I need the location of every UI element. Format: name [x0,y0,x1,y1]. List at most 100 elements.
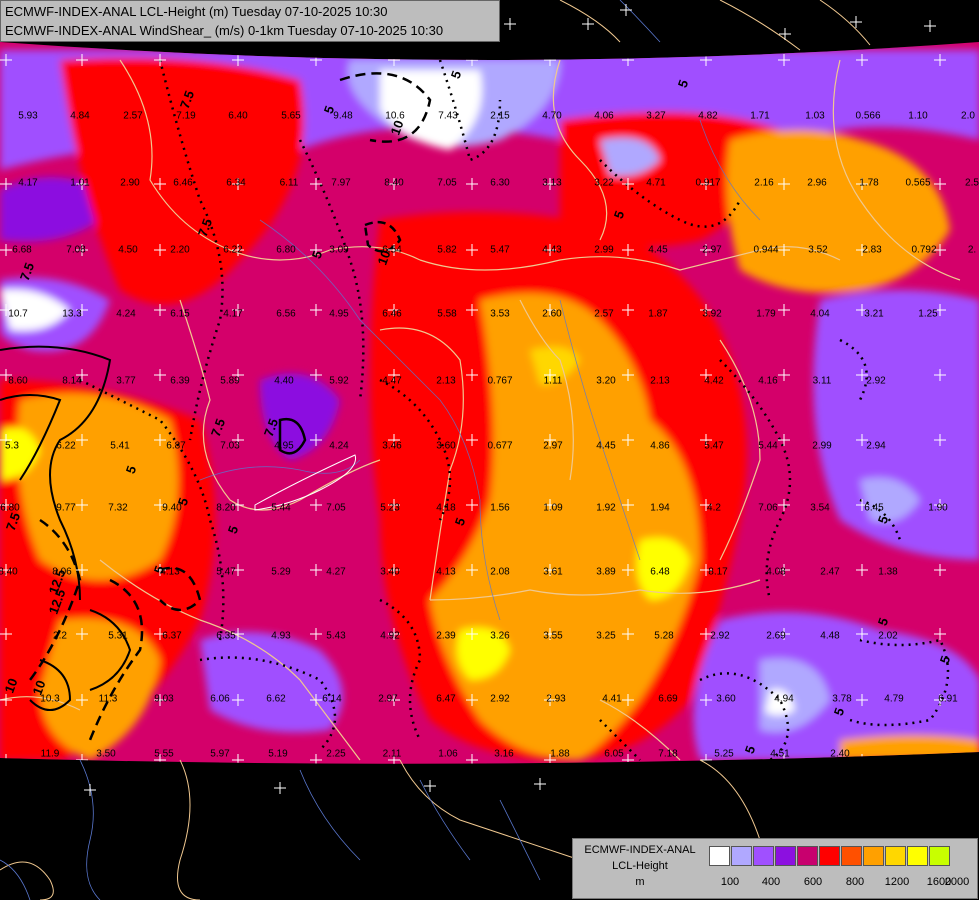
point-value-label: 3.40 [380,567,400,578]
legend-source: ECMWF-INDEX-ANAL [584,844,696,856]
point-value-label: 4.86 [650,441,670,452]
point-value-label: 2.11 [383,749,402,760]
point-value-label: 8.40 [0,567,18,578]
legend-tick-label: 2000 [944,876,970,888]
point-value-label: 1.79 [756,309,776,320]
point-value-label: 2.15 [490,111,510,122]
point-value-label: 2.97 [378,694,398,705]
point-value-label: 6.69 [658,694,678,705]
point-value-label: 4.45 [648,245,668,256]
point-value-label: 2.92 [710,631,730,642]
point-value-label: 2.90 [120,178,140,189]
point-value-label: 1.38 [878,567,898,578]
point-value-label: 9.48 [333,111,353,122]
point-value-label: 5.58 [437,309,457,320]
map-title-box: ECMWF-INDEX-ANAL LCL-Height (m) Tuesday … [0,0,500,42]
point-value-label: 5.44 [758,441,778,452]
legend-swatches [709,846,951,866]
point-value-label: 5.29 [271,567,291,578]
legend-variable: LCL-Height [612,860,668,872]
point-value-label: 3.20 [596,376,616,387]
color-legend: ECMWF-INDEX-ANAL LCL-Height m 100 400 600 8… [572,838,978,899]
point-value-label: 4.06 [594,111,614,122]
point-value-label: 6.48 [650,567,670,578]
point-value-label: 5.3 [5,441,19,452]
point-value-label: 2.02 [878,631,898,642]
point-value-label: 8.20 [216,503,236,514]
point-value-label: 4.42 [704,376,724,387]
point-value-label: 4.92 [380,631,400,642]
point-value-label: 6.14 [322,694,342,705]
point-value-label: 2.93 [546,694,566,705]
point-value-label: 1.71 [750,111,770,122]
point-value-label: 6.46 [173,178,193,189]
legend-swatch [731,846,752,866]
point-value-label: 5.43 [326,631,346,642]
legend-swatch [841,846,862,866]
point-value-label: 4.70 [542,111,562,122]
point-value-label: 7.08 [66,245,86,256]
legend-swatch [819,846,840,866]
point-value-label: 3.50 [96,749,116,760]
point-value-label: 5.19 [268,749,288,760]
point-value-label: 4.71 [646,178,666,189]
point-value-label: 0.677 [487,441,512,452]
point-value-label: 3.92 [702,309,722,320]
point-value-label: 13.3 [62,309,82,320]
point-value-label: 3.27 [646,111,666,122]
point-value-label: 3.25 [596,631,616,642]
legend-tick-label: 1200 [884,876,910,888]
point-value-label: 2.83 [862,245,882,256]
point-value-label: 4.17 [223,309,243,320]
point-value-label: 5.23 [380,503,400,514]
point-value-label: 1.90 [928,503,948,514]
point-value-label: 5.82 [437,245,457,256]
point-value-label: 1.25 [918,309,938,320]
point-value-label: 2.99 [812,441,832,452]
point-value-label: 6.91 [938,694,958,705]
point-value-label: 3.60 [436,441,456,452]
point-value-label: 1.87 [648,309,668,320]
point-value-label: 6.45 [864,503,884,514]
point-value-label: 2.57 [594,309,614,320]
point-value-label: 6.40 [228,111,248,122]
point-value-label: 6.39 [170,376,190,387]
point-value-label: 4.93 [271,631,291,642]
point-value-label: 2.94 [866,441,886,452]
point-value-label: 4.47 [382,376,402,387]
point-value-label: 2.39 [436,631,456,642]
point-value-label: 5.55 [154,749,174,760]
point-value-label: 7.06 [758,503,778,514]
point-value-label: 3.60 [716,694,736,705]
legend-swatch [907,846,928,866]
point-value-label: 11.9 [41,749,60,760]
point-value-label: 4.04 [810,309,830,320]
legend-tick-label: 600 [803,876,823,888]
point-value-label: 4.2 [707,503,721,514]
point-value-label: 2.20 [170,245,190,256]
point-value-label: 4.13 [436,567,456,578]
point-value-label: 2.0 [961,111,975,122]
point-value-label: 1.10 [908,111,928,122]
point-value-label: 0.917 [695,178,720,189]
point-value-label: 4.24 [116,309,136,320]
map-viewer: 5.93 4.84 2.57 7.19 6.40 5.65 9.48 10.6 7.43 2.15… [0,0,979,900]
point-value-label: 11.3 [99,694,118,705]
point-value-label: 7.18 [658,749,678,760]
point-value-label: 7.05 [437,178,457,189]
point-value-label: 4.40 [274,376,294,387]
point-value-label: 6.62 [266,694,286,705]
point-value-label: 5.25 [714,749,734,760]
point-value-label: 6.87 [166,441,186,452]
point-value-label: 6.35 [216,631,236,642]
point-value-label: 5.47 [216,567,236,578]
map-title-line-2: ECMWF-INDEX-ANAL WindShear_ (m/s) 0-1km … [5,23,444,38]
legend-swatch [775,846,796,866]
point-value-label: 0.566 [855,111,880,122]
point-value-label: 3.61 [543,567,563,578]
point-value-label: 7.03 [220,441,240,452]
point-value-label: 4.48 [820,631,840,642]
point-value-label: 6.34 [226,178,246,189]
point-value-label: 4.45 [596,441,616,452]
map-title-line-1: ECMWF-INDEX-ANAL LCL-Height (m) Tuesday … [5,4,388,19]
